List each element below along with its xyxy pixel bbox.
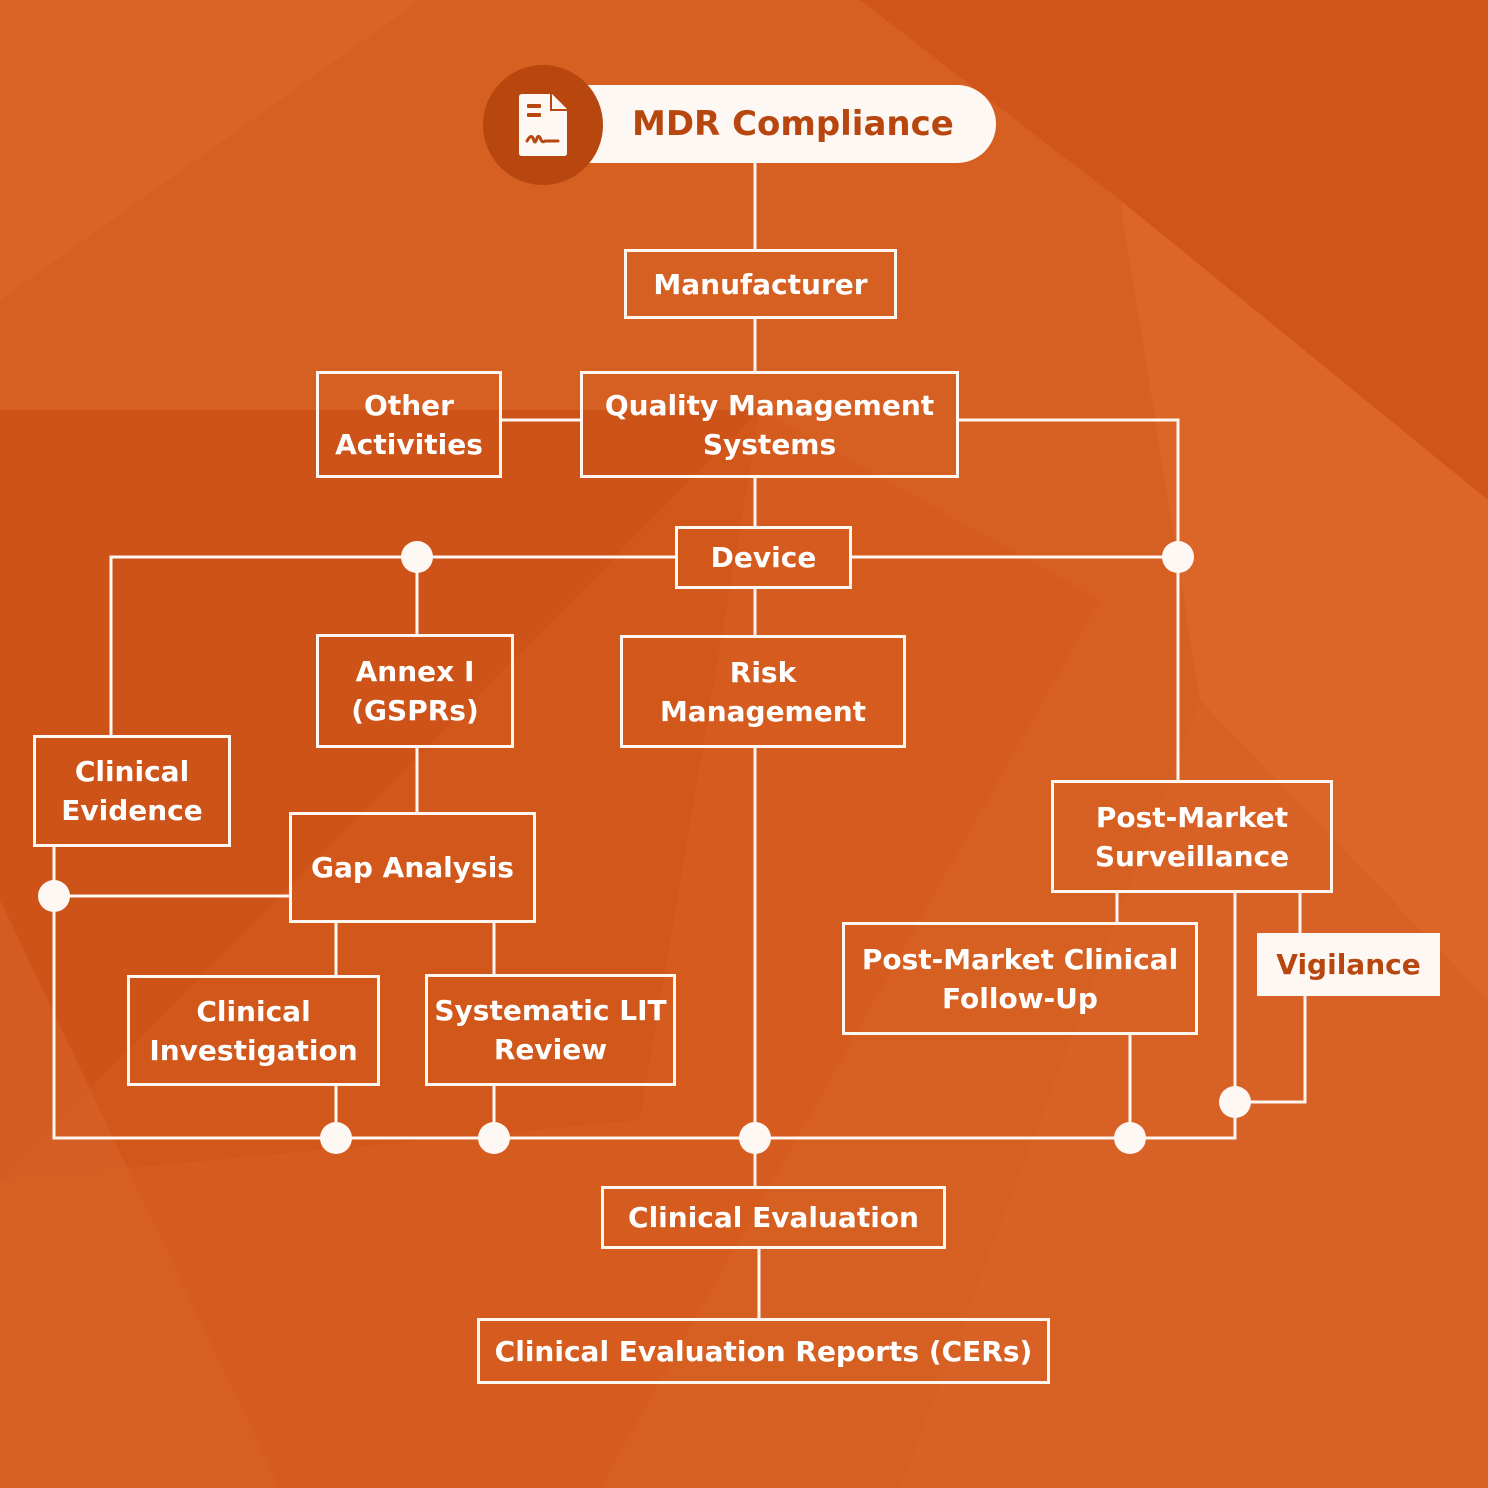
node-risk-management[interactable]: Risk Management (620, 635, 906, 748)
node-label: Manufacturer (653, 267, 868, 301)
connector-qms-pms (957, 418, 1180, 782)
node-label-line: Quality Management (604, 388, 935, 422)
node-label-line: Investigation (149, 1033, 358, 1067)
node-label: Clinical Evaluation Reports (CERs) (494, 1334, 1033, 1368)
node-systematic-lit-review[interactable]: Systematic LIT Review (425, 974, 676, 1086)
node-label-line: Surveillance (1094, 839, 1290, 873)
node-quality-management-systems[interactable]: Quality Management Systems (580, 371, 959, 478)
node-manufacturer[interactable]: Manufacturer (624, 249, 897, 319)
junction-dot (320, 1122, 352, 1154)
connector-vigilance-bus (1235, 995, 1307, 1104)
node-label: Device (710, 541, 817, 574)
node-label-line: Post-Market (1095, 800, 1289, 834)
node-clinical-evaluation[interactable]: Clinical Evaluation (601, 1186, 946, 1249)
junction-dot (1162, 541, 1194, 573)
node-label: Gap Analysis (311, 851, 514, 884)
node-other-activities[interactable]: Other Activities (316, 371, 502, 478)
node-label-line: Clinical (74, 755, 190, 788)
node-label-line: Risk (729, 655, 797, 689)
node-clinical-evaluation-reports[interactable]: Clinical Evaluation Reports (CERs) (477, 1318, 1050, 1384)
node-label-line: Annex I (355, 655, 475, 688)
node-label-line: Other (364, 388, 454, 422)
node-label: Vigilance (1276, 948, 1421, 981)
node-gap-analysis[interactable]: Gap Analysis (289, 812, 536, 923)
node-label-line: (GSPRs) (351, 694, 479, 727)
node-label-line: Post-Market Clinical (861, 942, 1179, 976)
node-post-market-surveillance[interactable]: Post-Market Surveillance (1051, 780, 1333, 893)
page-title: MDR Compliance (632, 104, 954, 144)
junction-dot (401, 541, 433, 573)
node-label-line: Activities (335, 427, 483, 461)
node-clinical-evidence[interactable]: Clinical Evidence (33, 735, 231, 847)
node-vigilance[interactable]: Vigilance (1257, 933, 1440, 996)
node-label-line: Management (659, 694, 867, 728)
node-label-line: Clinical (196, 994, 311, 1028)
header-pill: MDR Compliance (540, 85, 996, 163)
junction-dot (1219, 1086, 1251, 1118)
document-signature-icon (519, 94, 567, 156)
node-device[interactable]: Device (675, 526, 852, 589)
junction-dot (739, 1122, 771, 1154)
node-label: Clinical Evaluation (628, 1201, 919, 1234)
node-label-line: Follow-Up (942, 981, 1098, 1015)
node-label-line: Review (493, 1033, 608, 1066)
junction-dot (478, 1122, 510, 1154)
node-annex-i-gsprs[interactable]: Annex I (GSPRs) (316, 634, 514, 748)
node-label-line: Systems (702, 427, 837, 461)
header-icon-badge (483, 65, 603, 185)
junction-dot (38, 880, 70, 912)
node-label-line: Systematic LIT (434, 994, 667, 1027)
node-post-market-clinical-follow-up[interactable]: Post-Market Clinical Follow-Up (842, 922, 1198, 1035)
node-clinical-investigation[interactable]: Clinical Investigation (127, 975, 380, 1086)
junction-dot (1114, 1122, 1146, 1154)
node-label-line: Evidence (61, 794, 203, 827)
